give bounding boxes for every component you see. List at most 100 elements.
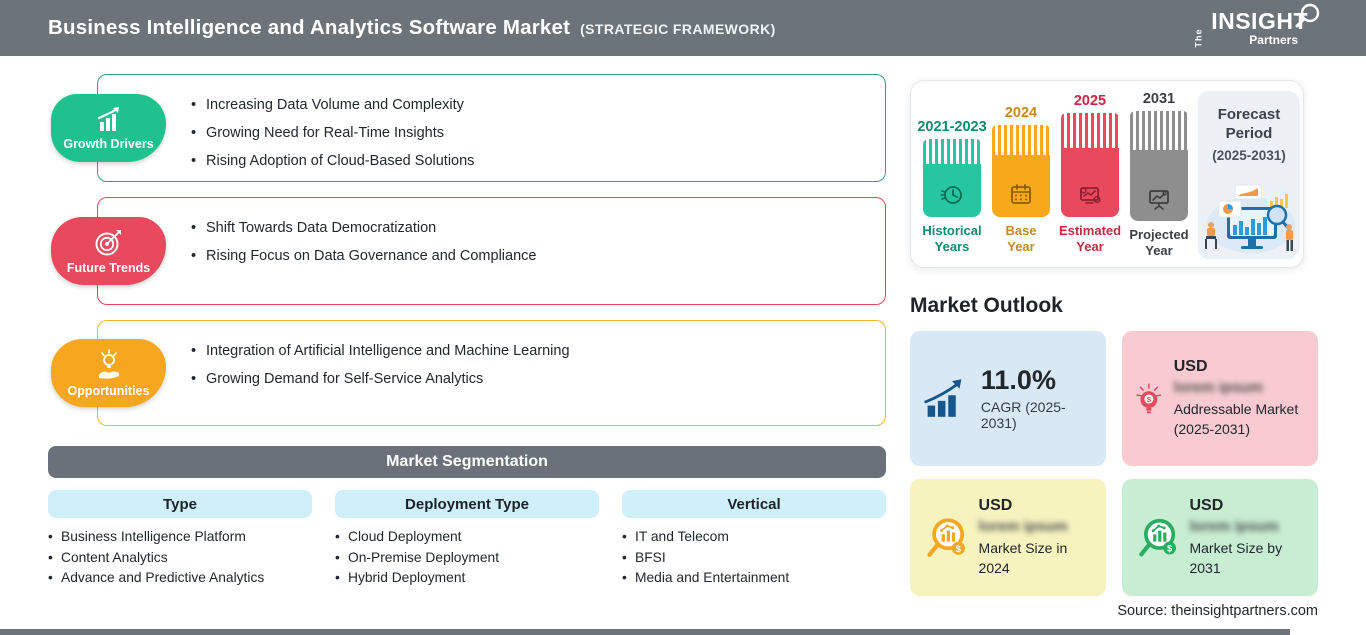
card-label: Market Size by 2031 [1189, 539, 1283, 576]
bar-caption: Projected Year [1129, 226, 1189, 258]
card-label: Market Size in 2024 [978, 539, 1068, 576]
infographic-page: Business Intelligence and Analytics Soft… [0, 0, 1366, 635]
bar-solid [1061, 148, 1119, 217]
logo-partners-text: Partners [1249, 33, 1298, 47]
deployment-list: Cloud Deployment On-Premise Deployment H… [335, 527, 599, 589]
bar-year-label: 2031 [1142, 91, 1176, 107]
svg-text:$: $ [956, 543, 962, 553]
timeline-bar-historical: 2021-2023 Historical Years [917, 91, 986, 259]
vertical-list: IT and Telecom BFSI Media and Entertainm… [622, 527, 886, 589]
bar [992, 125, 1050, 217]
clock-history-icon [940, 186, 962, 204]
list-item: Shift Towards Data Democratization [191, 214, 865, 242]
bar-solid [923, 164, 981, 217]
timeline-bar-base: 2024 Base Year [992, 91, 1050, 259]
list-item: Hybrid Deployment [335, 568, 599, 589]
forecast-period-title: Forecast Period [1217, 106, 1281, 142]
bar-stripes [992, 125, 1050, 155]
magnifier-logo-icon [1295, 3, 1320, 28]
segmentation-column-type: Type Business Intelligence Platform Cont… [48, 490, 312, 589]
list-item: BFSI [622, 548, 886, 569]
addressable-market-text: USD lorem ipsum Addressable Market (2025… [1174, 358, 1306, 439]
bar-solid [1130, 150, 1188, 221]
list-item: Business Intelligence Platform [48, 527, 312, 548]
list-item: Integration of Artificial Intelligence a… [191, 337, 865, 365]
bar-stripes [1130, 111, 1188, 150]
timeline-bar-estimated: 2025 Estimated Year [1059, 91, 1121, 259]
bulb-dollar-icon: $ [1136, 382, 1162, 413]
market-size-2024-card: $ USD lorem ipsum Market Size in 2024 [910, 479, 1106, 596]
list-item: Rising Adoption of Cloud-Based Solutions [191, 147, 865, 175]
growth-drivers-label: Growth Drivers [63, 136, 154, 151]
opportunities-list: Integration of Artificial Intelligence a… [191, 337, 865, 393]
list-item: Rising Focus on Data Governance and Comp… [191, 242, 865, 270]
growth-chart-icon [97, 106, 119, 131]
bar-caption: Base Year [1005, 223, 1037, 254]
list-item: Cloud Deployment [335, 527, 599, 548]
insight-partners-logo: The INSIGHT Partners [1189, 3, 1322, 48]
forecast-period-range: (2025-2031) [1212, 148, 1286, 163]
bulb-hand-icon [98, 348, 119, 379]
column-header-label: Type [163, 495, 197, 513]
column-header: Deployment Type [335, 490, 599, 518]
svg-text:$: $ [1167, 543, 1172, 553]
header-bar: Business Intelligence and Analytics Soft… [0, 0, 1366, 56]
timeline-bar-projected: 2031 Projected Year [1129, 91, 1189, 259]
column-header: Type [48, 490, 312, 518]
estimate-chart-icon [1080, 187, 1101, 204]
svg-text:$: $ [1147, 394, 1152, 403]
list-item: Advance and Predictive Analytics [48, 568, 312, 589]
right-column: 2021-2023 Historical Years 2024 Base Yea… [910, 80, 1318, 619]
left-column: Growth Drivers Increasing Data Volume an… [48, 74, 886, 589]
bar [1130, 111, 1188, 221]
market-size-2031-card: $ USD lorem ipsum Market Size by 2031 [1122, 479, 1318, 596]
addressable-market-card: $ USD lorem ipsum Addressable Market (20… [1122, 331, 1318, 466]
cagr-card: 11.0% CAGR (2025-2031) [910, 331, 1106, 466]
redacted-value: lorem ipsum [978, 517, 1068, 535]
bar-stripes [1061, 113, 1119, 148]
market-size-2031-text: USD lorem ipsum Market Size by 2031 [1189, 497, 1306, 578]
future-trends-box: Future Trends Shift Towards Data Democra… [51, 197, 886, 305]
currency-label: USD [1189, 496, 1224, 514]
opportunities-label: Opportunities [67, 383, 150, 398]
magnifier-chart-dollar-icon: $ [927, 517, 965, 557]
projection-screen-icon [1149, 189, 1169, 210]
list-item: Growing Demand for Self-Service Analytic… [191, 365, 865, 393]
bar-year-label: 2025 [1073, 93, 1107, 109]
source-attribution: Source: theinsightpartners.com [1117, 603, 1318, 619]
timeline-bars: 2021-2023 Historical Years 2024 Base Yea… [917, 91, 1189, 259]
growth-bars-arrow-icon [924, 378, 962, 417]
bar-year-label: 2021-2023 [917, 119, 987, 135]
market-size-2024-text: USD lorem ipsum Market Size in 2024 [979, 497, 1094, 578]
bar-solid [992, 155, 1050, 217]
page-subtitle: (STRATEGIC FRAMEWORK) [580, 21, 776, 37]
list-item: On-Premise Deployment [335, 548, 599, 569]
logo-the-text: The [1193, 28, 1204, 48]
list-item: IT and Telecom [622, 527, 886, 548]
list-item: Media and Entertainment [622, 568, 886, 589]
forecast-period-panel: Forecast Period (2025-2031) [1198, 91, 1300, 259]
segmentation-column-deployment: Deployment Type Cloud Deployment On-Prem… [335, 490, 599, 589]
market-outlook-title: Market Outlook [910, 294, 1063, 317]
market-outlook-cards: 11.0% CAGR (2025-2031) $ USD lorem ipsum… [910, 331, 1318, 596]
redacted-value: lorem ipsum [1173, 378, 1263, 396]
page-title: Business Intelligence and Analytics Soft… [48, 16, 571, 39]
type-list: Business Intelligence Platform Content A… [48, 527, 312, 589]
list-item: Growing Need for Real-Time Insights [191, 119, 865, 147]
list-item: Content Analytics [48, 548, 312, 569]
opportunities-badge: Opportunities [51, 339, 166, 407]
cagr-value: 11.0% [980, 365, 1056, 396]
bar-year-label: 2024 [1004, 105, 1038, 121]
growth-drivers-box: Growth Drivers Increasing Data Volume an… [51, 74, 886, 182]
growth-drivers-badge: Growth Drivers [51, 94, 166, 162]
list-item: Increasing Data Volume and Complexity [191, 91, 865, 119]
currency-label: USD [978, 496, 1013, 514]
card-label: Addressable Market (2025-2031) [1173, 400, 1299, 437]
bar [923, 139, 981, 217]
column-header: Vertical [622, 490, 886, 518]
currency-label: USD [1173, 357, 1208, 375]
column-header-label: Deployment Type [405, 495, 529, 513]
bar-caption: Historical Years [922, 223, 982, 254]
title-wrap: Business Intelligence and Analytics Soft… [48, 16, 776, 40]
magnifier-chart-dollar-icon: $ [1139, 518, 1177, 556]
